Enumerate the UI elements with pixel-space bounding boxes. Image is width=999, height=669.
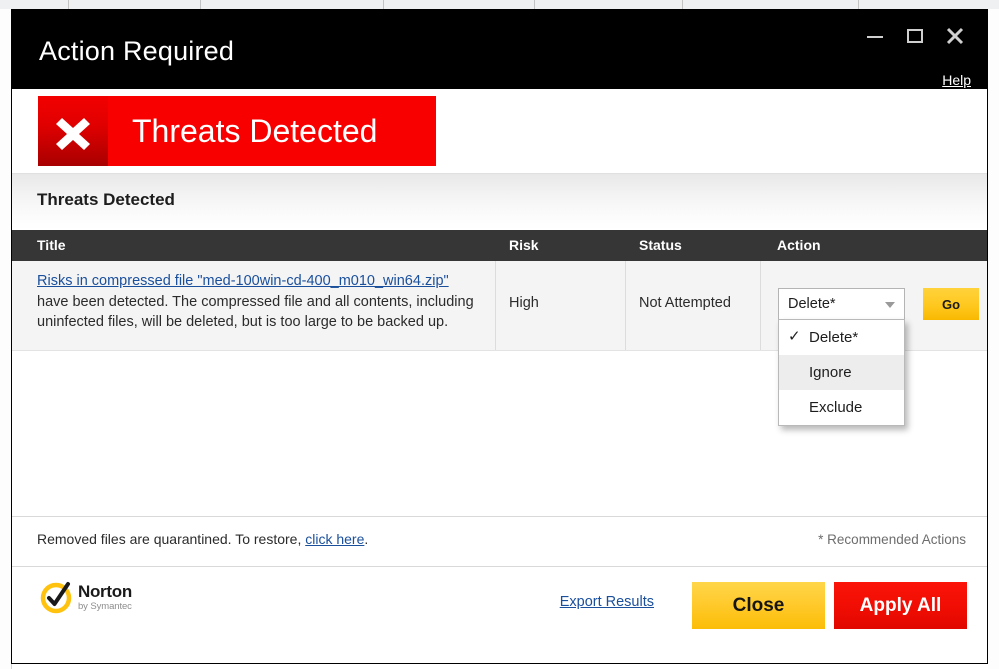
- dialog-title: Action Required: [39, 36, 234, 67]
- dialog-titlebar: Action Required: [12, 10, 987, 89]
- minimize-button[interactable]: [855, 22, 895, 50]
- close-button[interactable]: [935, 22, 975, 50]
- dropdown-option-label: Exclude: [809, 399, 862, 416]
- section-header: Threats Detected: [12, 173, 987, 230]
- dropdown-option-exclude[interactable]: Exclude: [779, 390, 904, 425]
- norton-tagline: by Symantec: [78, 602, 132, 612]
- action-required-dialog: Action Required: [11, 9, 988, 664]
- maximize-icon: [906, 28, 924, 44]
- cell-divider: [495, 261, 496, 350]
- banner-title: Threats Detected: [132, 113, 377, 150]
- recommended-actions-note: * Recommended Actions: [818, 532, 966, 547]
- dropdown-option-ignore[interactable]: Ignore: [779, 355, 904, 390]
- x-mark-icon: [38, 96, 108, 166]
- threat-title-cell: Risks in compressed file "med-100win-cd-…: [37, 272, 487, 332]
- close-icon: [945, 27, 965, 45]
- cell-divider: [760, 261, 761, 350]
- threat-status-value: Not Attempted: [639, 295, 731, 311]
- dialog-footer: Norton by Symantec Export Results Close …: [12, 566, 987, 641]
- background-right-column: [988, 9, 999, 669]
- quarantine-info-bar: Removed files are quarantined. To restor…: [12, 516, 987, 566]
- dropdown-option-label: Delete*: [809, 329, 858, 346]
- column-header-status[interactable]: Status: [639, 237, 682, 253]
- table-body: Risks in compressed file "med-100win-cd-…: [12, 261, 987, 516]
- threats-detected-banner: Threats Detected: [38, 96, 436, 166]
- table-header-row: Title Risk Status Action: [12, 230, 987, 261]
- help-link[interactable]: Help: [942, 72, 971, 88]
- export-results-link[interactable]: Export Results: [560, 594, 654, 610]
- chevron-down-icon: [885, 302, 895, 308]
- minimize-icon: [866, 29, 884, 43]
- close-dialog-button[interactable]: Close: [692, 582, 825, 629]
- alert-banner-area: Threats Detected: [12, 89, 987, 173]
- restore-click-here-link[interactable]: click here: [305, 531, 364, 547]
- action-dropdown-menu: ✓ Delete* Ignore Exclude: [778, 319, 905, 426]
- quarantine-text-before: Removed files are quarantined. To restor…: [37, 531, 301, 547]
- threat-file-link[interactable]: Risks in compressed file "med-100win-cd-…: [37, 273, 449, 289]
- column-header-action[interactable]: Action: [777, 237, 821, 253]
- cell-divider: [625, 261, 626, 350]
- threat-description: have been detected. The compressed file …: [37, 292, 487, 332]
- threat-risk-value: High: [509, 295, 539, 311]
- quarantine-message: Removed files are quarantined. To restor…: [37, 531, 368, 547]
- quarantine-text-after: .: [364, 531, 368, 547]
- section-title: Threats Detected: [37, 190, 175, 210]
- norton-name: Norton: [78, 583, 132, 600]
- dropdown-option-label: Ignore: [809, 364, 852, 381]
- go-button[interactable]: Go: [923, 288, 979, 320]
- norton-wordmark: Norton by Symantec: [78, 583, 132, 612]
- action-select-value: Delete*: [788, 296, 836, 312]
- norton-checkmark-icon: [39, 579, 75, 615]
- column-header-risk[interactable]: Risk: [509, 237, 539, 253]
- dropdown-option-delete[interactable]: ✓ Delete*: [779, 320, 904, 355]
- column-header-title[interactable]: Title: [37, 237, 66, 253]
- window-controls: [855, 22, 975, 50]
- maximize-button[interactable]: [895, 22, 935, 50]
- action-select[interactable]: Delete*: [778, 288, 905, 320]
- check-icon: ✓: [788, 329, 801, 345]
- apply-all-button[interactable]: Apply All: [834, 582, 967, 629]
- norton-logo: Norton by Symantec: [39, 579, 132, 615]
